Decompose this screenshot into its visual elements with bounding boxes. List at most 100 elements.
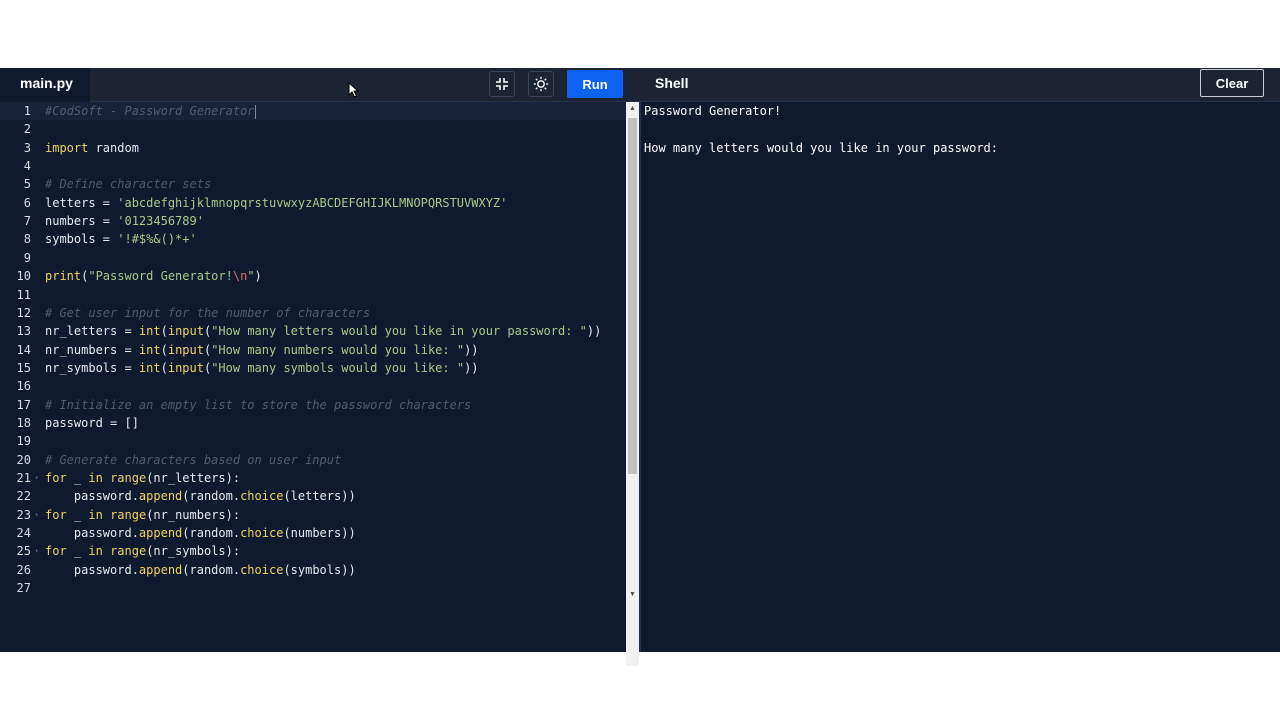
line-number: 10 [16,269,31,284]
scroll-up-arrow-icon[interactable]: ▲ [626,102,639,116]
fold-marker-icon[interactable]: · [33,506,40,524]
line-number: 13 [16,324,31,339]
code-token: (random. [182,489,241,504]
scroll-down-arrow-icon[interactable]: ▼ [626,588,639,602]
code-token: " [247,269,255,284]
mouse-cursor-icon [348,82,360,98]
code-line[interactable]: 26 password.append(random.choice(symbols… [0,561,626,579]
scrollbar-thumb[interactable] [628,118,637,474]
code-line[interactable]: 2 [0,120,626,138]
code-token: letters = [45,195,118,210]
code-text: for _ in range(nr_symbols): [45,542,240,560]
code-token: choice [240,526,284,541]
code-text: password = [] [45,414,139,432]
shell-output-line: How many letters would you like in your … [644,140,1006,155]
line-number: 5 [23,177,31,192]
code-line[interactable]: 22 password.append(random.choice(letters… [0,487,626,505]
code-token: ( [160,342,168,357]
minimize-icon [496,78,508,90]
code-text: nr_symbols = int(input("How many symbols… [45,359,479,377]
code-token: nr_numbers = [45,342,139,357]
code-token: _ [66,471,89,485]
code-text: numbers = '0123456789' [45,212,204,230]
code-line[interactable]: 1 #CodSoft - Password Generator [0,102,626,120]
run-button[interactable]: Run [567,70,623,98]
fold-marker-icon[interactable]: · [33,542,40,560]
code-token: input [167,360,204,375]
code-token: append [138,562,183,577]
code-token: _ [66,544,89,559]
code-token: int [138,360,161,375]
shell-output[interactable]: Password Generator! How many letters woul… [644,102,1264,642]
toolbar: main.py Run Shell Clear [0,68,1280,102]
text-cursor [254,104,256,119]
code-line[interactable]: 5 # Define character sets [0,175,626,193]
code-line[interactable]: 23 · for _ in range(nr_numbers): [0,506,626,524]
code-line[interactable]: 25 · for _ in range(nr_symbols): [0,542,626,560]
code-token: #CodSoft - Password Generator [45,104,255,118]
fold-marker-icon[interactable]: · [33,469,40,487]
line-number: 1 [23,104,31,118]
line-number: 6 [23,195,31,210]
code-token: append [138,489,183,504]
editor-scrollbar[interactable]: ▲ ▼ [626,102,639,666]
code-line[interactable]: 15 nr_symbols = int(input("How many symbo… [0,359,626,377]
code-line[interactable]: 19 [0,432,626,450]
code-editor[interactable]: 1 #CodSoft - Password Generator 2 3 import r… [0,102,626,652]
code-line[interactable]: 11 [0,286,626,304]
code-line[interactable]: 12 # Get user input for the number of cha… [0,304,626,322]
code-token: \n [232,269,248,284]
code-token: password. [45,489,139,504]
clear-button[interactable]: Clear [1200,69,1264,97]
code-line[interactable]: 6 letters = 'abcdefghijklmnopqrstuvwxyzAB… [0,194,626,212]
code-line[interactable]: 7 numbers = '0123456789' [0,212,626,230]
code-line[interactable]: 4 [0,157,626,175]
code-line[interactable]: 16 [0,377,626,395]
code-text: password.append(random.choice(symbols)) [45,561,356,579]
code-token: import [45,140,89,155]
pane-divider[interactable] [639,102,641,652]
code-line[interactable]: 13 nr_letters = int(input("How many lette… [0,322,626,340]
sun-icon [533,76,549,92]
line-number: 25 [16,544,31,559]
code-token: # Define character sets [45,177,212,192]
code-line[interactable]: 18 password = [] [0,414,626,432]
code-token: password. [45,526,139,541]
code-token: in [88,471,103,485]
code-token: ( [160,324,168,339]
line-number: 4 [23,159,31,174]
code-token: in [88,507,103,522]
line-number: 3 [23,140,31,155]
code-text: #CodSoft - Password Generator [45,102,256,120]
code-line[interactable]: 8 symbols = '!#$%&()*+' [0,230,626,248]
theme-toggle-button[interactable] [528,71,554,97]
code-token: "Password Generator! [88,269,233,284]
code-token: 'abcdefghijklmnopqrstuvwxyzABCDEFGHIJKLM… [117,195,508,210]
code-line[interactable]: 14 nr_numbers = int(input("How many numbe… [0,341,626,359]
line-number: 23 [16,507,31,522]
line-number: 16 [16,379,31,394]
code-token: ) [254,269,262,284]
code-line[interactable]: 21 · for _ in range(nr_letters): [0,469,626,487]
code-line[interactable]: 24 password.append(random.choice(numbers… [0,524,626,542]
line-number: 2 [23,122,31,137]
code-token: # Get user input for the number of chara… [45,305,371,320]
code-line[interactable]: 27 [0,579,626,597]
code-line[interactable]: 10 print("Password Generator!\n") [0,267,626,285]
code-text: for _ in range(nr_letters): [45,469,240,487]
code-token: "How many symbols would you like: " [211,360,465,375]
code-token: int [138,324,161,339]
line-number: 8 [23,232,31,247]
code-line[interactable]: 17 # Initialize an empty list to store th… [0,396,626,414]
code-text: nr_letters = int(input("How many letters… [45,322,601,340]
code-line[interactable]: 9 [0,249,626,267]
file-tab-main-py[interactable]: main.py [0,68,90,102]
code-token: range [110,471,147,485]
line-number: 12 [16,305,31,320]
exit-fullscreen-button[interactable] [489,71,515,97]
code-line[interactable]: 20 # Generate characters based on user in… [0,451,626,469]
line-number: 27 [16,581,31,596]
code-line[interactable]: 3 import random [0,139,626,157]
